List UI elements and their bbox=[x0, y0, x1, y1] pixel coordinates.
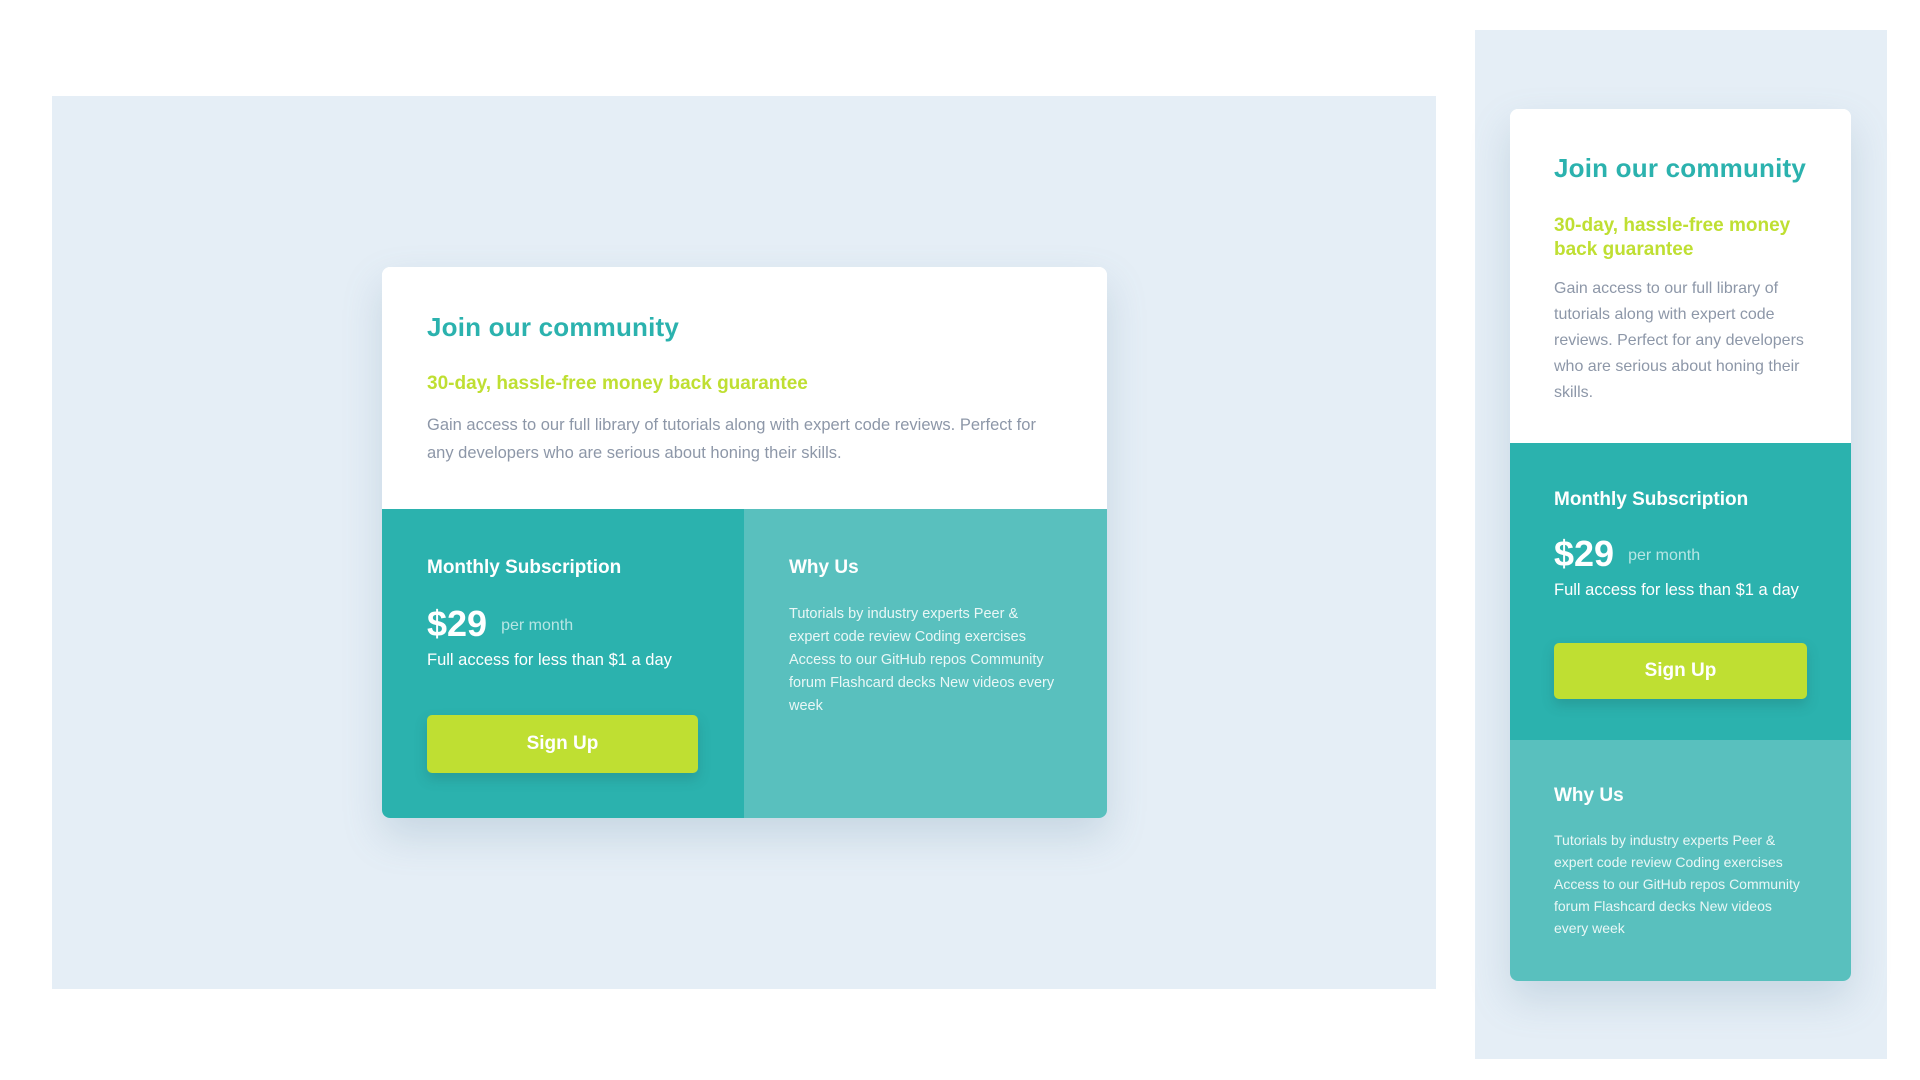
desktop-pricing-card: Join our community 30-day, hassle-free m… bbox=[382, 267, 1107, 818]
subscription-heading: Monthly Subscription bbox=[1554, 489, 1749, 510]
price-note: Full access for less than $1 a day bbox=[427, 651, 672, 669]
why-us-section: Why Us Tutorials by industry experts Pee… bbox=[744, 509, 1107, 818]
price-row: $29 per month bbox=[1554, 533, 1807, 575]
desktop-preview-panel: Join our community 30-day, hassle-free m… bbox=[52, 96, 1436, 989]
price-period: per month bbox=[501, 617, 574, 634]
card-description: Gain access to our full library of tutor… bbox=[427, 416, 1036, 462]
mobile-pricing-card: Join our community 30-day, hassle-free m… bbox=[1510, 109, 1851, 981]
card-subtitle: 30-day, hassle-free money back guarantee bbox=[427, 373, 808, 394]
why-us-heading: Why Us bbox=[789, 557, 859, 578]
why-us-list: Tutorials by industry experts Peer & exp… bbox=[789, 606, 1055, 714]
price-amount: $29 bbox=[1554, 533, 1615, 574]
price-amount: $29 bbox=[427, 603, 488, 644]
why-us-heading: Why Us bbox=[1554, 785, 1624, 806]
subscription-heading: Monthly Subscription bbox=[427, 557, 622, 578]
card-title: Join our community bbox=[1554, 153, 1807, 183]
subscription-section: Monthly Subscription $29 per month Full … bbox=[382, 509, 744, 818]
sign-up-button[interactable]: Sign Up bbox=[427, 715, 698, 773]
price-period: per month bbox=[1628, 547, 1701, 564]
why-us-list: Tutorials by industry experts Peer & exp… bbox=[1554, 832, 1800, 936]
card-bottom-section: Monthly Subscription $29 per month Full … bbox=[1510, 443, 1851, 981]
card-bottom-section: Monthly Subscription $29 per month Full … bbox=[382, 509, 1107, 818]
card-intro-section: Join our community 30-day, hassle-free m… bbox=[1510, 109, 1851, 443]
price-row: $29 per month bbox=[427, 603, 699, 645]
card-intro-section: Join our community 30-day, hassle-free m… bbox=[382, 267, 1107, 509]
card-subtitle: 30-day, hassle-free money back guarantee bbox=[1554, 215, 1791, 260]
why-us-section: Why Us Tutorials by industry experts Pee… bbox=[1510, 740, 1851, 981]
design-preview: Join our community 30-day, hassle-free m… bbox=[0, 0, 1920, 1080]
price-note: Full access for less than $1 a day bbox=[1554, 581, 1799, 599]
mobile-preview-panel: Join our community 30-day, hassle-free m… bbox=[1475, 30, 1887, 1059]
sign-up-button[interactable]: Sign Up bbox=[1554, 643, 1807, 699]
subscription-section: Monthly Subscription $29 per month Full … bbox=[1510, 443, 1851, 740]
card-title: Join our community bbox=[427, 312, 680, 342]
card-description: Gain access to our full library of tutor… bbox=[1554, 280, 1804, 401]
